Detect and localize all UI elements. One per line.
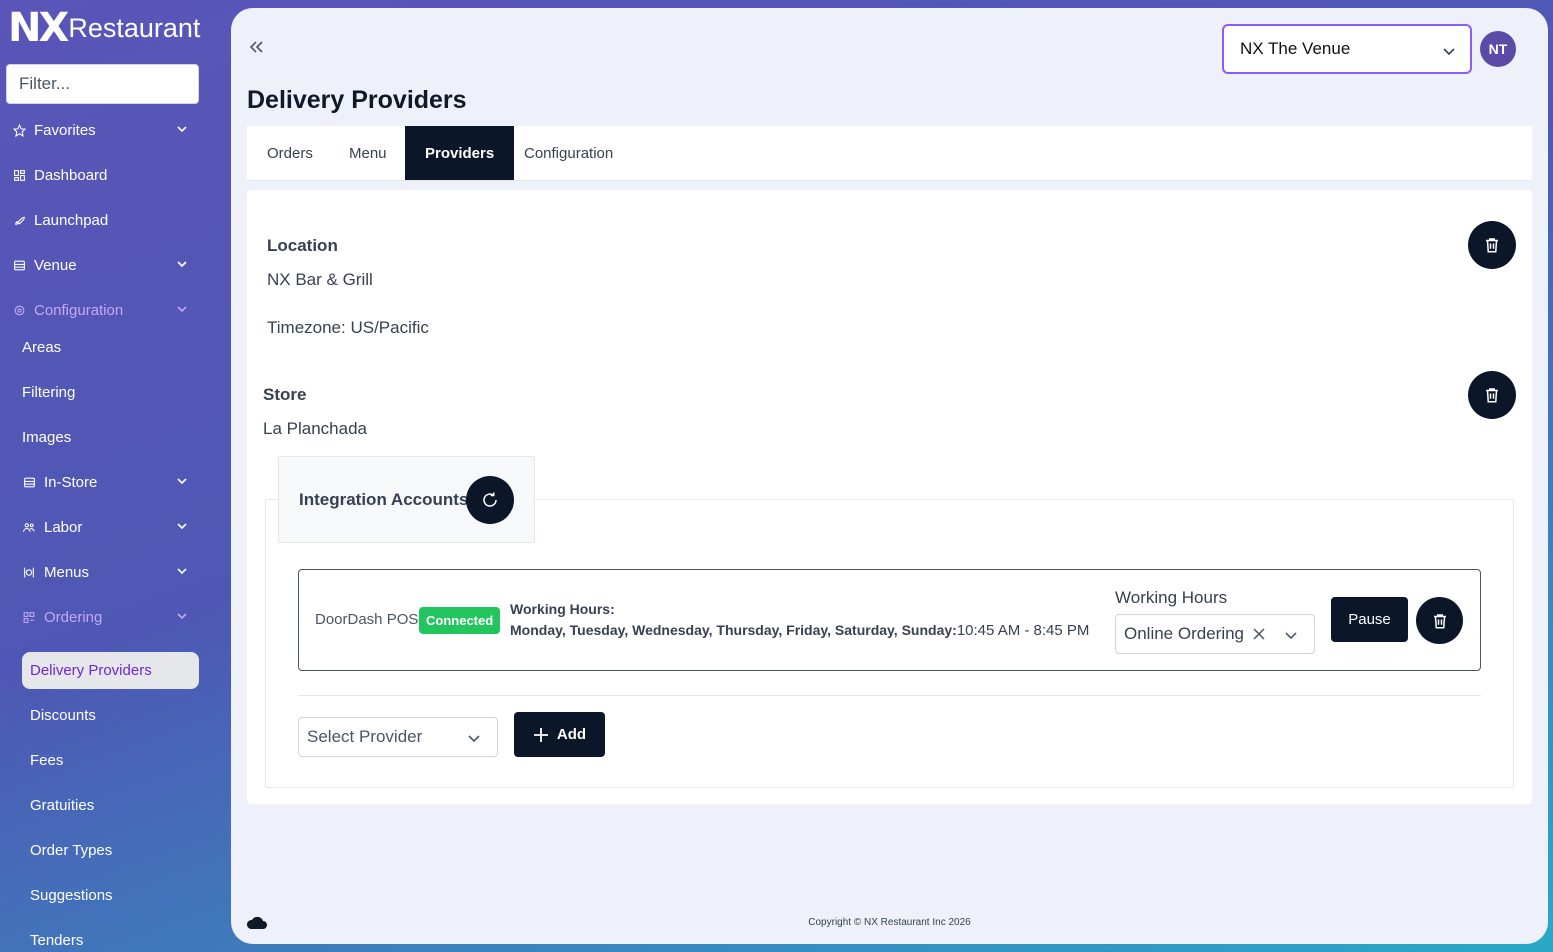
working-hours-select[interactable]: Online Ordering <box>1115 614 1315 654</box>
chevron-down-icon <box>177 306 187 313</box>
sidebar-item-tenders[interactable]: Tenders <box>30 925 83 952</box>
chevron-down-icon <box>177 126 187 133</box>
sidebar-item-images[interactable]: Images <box>22 422 71 452</box>
sidebar-item-label: Ordering <box>44 608 103 626</box>
working-hours-label: Working Hours <box>1115 588 1228 607</box>
plus-icon <box>533 727 548 742</box>
sidebar-item-launchpad[interactable]: Launchpad <box>12 205 200 235</box>
rocket-icon <box>12 213 26 227</box>
location-timezone: Timezone: US/Pacific <box>267 318 429 337</box>
provider-row: DoorDash POS Connected Working Hours: Mo… <box>298 569 1481 671</box>
sidebar-item-dashboard[interactable]: Dashboard <box>12 160 200 190</box>
delete-location-button[interactable] <box>1468 221 1516 269</box>
sidebar-item-label: In-Store <box>44 473 98 491</box>
sidebar-item-in-store[interactable]: In-Store <box>22 467 200 497</box>
sidebar-item-areas[interactable]: Areas <box>22 332 61 362</box>
chevron-down-icon <box>177 261 187 268</box>
dashboard-icon <box>12 168 26 182</box>
tab-providers[interactable]: Providers <box>405 126 515 180</box>
working-hours-schedule: Monday, Tuesday, Wednesday, Thursday, Fr… <box>510 622 1089 639</box>
provider-name: DoorDash POS <box>315 611 419 628</box>
sidebar-item-labor[interactable]: Labor <box>22 512 200 542</box>
sidebar-item-menus[interactable]: Menus <box>22 557 200 587</box>
database-icon <box>22 475 36 489</box>
tab-menu[interactable]: Menu <box>329 126 407 180</box>
refresh-icon <box>483 492 497 507</box>
venue-select-value: NX The Venue <box>1240 39 1351 58</box>
working-hours-title: Working Hours: <box>510 601 615 617</box>
star-icon <box>12 123 26 137</box>
app-logo[interactable]: NX Restaurant <box>8 8 200 48</box>
sidebar-item-order-types[interactable]: Order Types <box>30 835 112 865</box>
chevron-down-icon <box>177 568 187 575</box>
tab-orders[interactable]: Orders <box>247 126 333 180</box>
select-provider-placeholder: Select Provider <box>307 727 423 746</box>
location-name: NX Bar & Grill <box>267 270 373 289</box>
sidebar-item-label: Launchpad <box>34 211 109 229</box>
database-icon <box>12 258 26 272</box>
sidebar-item-label: Favorites <box>34 121 96 139</box>
status-badge: Connected <box>419 607 501 634</box>
sidebar-item-favorites[interactable]: Favorites <box>12 115 200 145</box>
copyright-text: Copyright © NX Restaurant Inc 2026 <box>808 917 971 928</box>
chevron-down-icon <box>1285 632 1297 640</box>
logo-mark: NX <box>8 5 69 51</box>
users-icon <box>22 520 36 534</box>
sidebar-item-label: Menus <box>44 563 90 581</box>
tab-configuration[interactable]: Configuration <box>504 126 633 180</box>
sidebar-item-label: Labor <box>44 518 83 536</box>
venue-select[interactable]: NX The Venue <box>1222 24 1472 74</box>
chevron-down-icon <box>177 613 187 620</box>
add-provider-button[interactable]: Add <box>514 712 605 757</box>
providers-content: Location NX Bar & Grill Timezone: US/Pac… <box>247 190 1532 804</box>
integration-accounts-header: Integration Accounts <box>278 456 535 543</box>
clear-icon[interactable] <box>1252 627 1266 641</box>
chevron-down-icon <box>1443 48 1455 56</box>
sidebar-item-gratuities[interactable]: Gratuities <box>30 790 94 820</box>
trash-icon <box>1486 238 1498 253</box>
working-days: Monday, Tuesday, Wednesday, Thursday, Fr… <box>510 622 957 638</box>
trash-icon <box>1433 613 1446 628</box>
delete-provider-button[interactable] <box>1416 597 1463 644</box>
sidebar-item-suggestions[interactable]: Suggestions <box>30 880 113 910</box>
store-label: Store <box>263 385 307 404</box>
select-provider-dropdown[interactable]: Select Provider <box>298 717 498 757</box>
sidebar-item-fees[interactable]: Fees <box>30 745 63 775</box>
sidebar: NX Restaurant Favorites Dashboard Launch… <box>0 0 231 952</box>
chevron-down-icon <box>177 478 187 485</box>
page-title: Delivery Providers <box>247 86 467 114</box>
working-hours-select-value: Online Ordering <box>1124 624 1245 643</box>
sidebar-item-delivery-providers[interactable]: Delivery Providers <box>22 652 199 689</box>
sidebar-item-label: Configuration <box>34 301 124 319</box>
sidebar-item-discounts[interactable]: Discounts <box>30 700 96 730</box>
sidebar-item-filtering[interactable]: Filtering <box>22 377 75 407</box>
ordering-icon <box>22 610 36 624</box>
add-button-label: Add <box>556 726 587 743</box>
location-label: Location <box>267 236 338 255</box>
sidebar-item-venue[interactable]: Venue <box>12 250 200 280</box>
utensils-icon <box>22 565 36 579</box>
sidebar-item-label: Dashboard <box>34 166 108 184</box>
chevron-down-icon <box>468 735 480 743</box>
working-time: 10:45 AM - 8:45 PM <box>956 622 1090 639</box>
tab-bar: Orders Menu Providers Configuration <box>247 126 1532 181</box>
main-panel: NX The Venue NT Delivery Providers Order… <box>231 8 1548 944</box>
chevron-down-icon <box>177 523 187 530</box>
sidebar-item-ordering[interactable]: Ordering <box>22 602 200 632</box>
gear-icon <box>12 303 26 317</box>
integration-accounts-title: Integration Accounts <box>299 490 469 509</box>
refresh-integrations-button[interactable] <box>466 476 514 524</box>
logo-text: Restaurant <box>68 13 201 43</box>
pause-button[interactable]: Pause <box>1331 597 1408 642</box>
user-avatar[interactable]: NT <box>1480 31 1516 67</box>
delete-store-button[interactable] <box>1468 371 1516 419</box>
divider <box>298 695 1481 696</box>
sidebar-item-label: Venue <box>34 256 77 274</box>
store-name: La Planchada <box>263 419 367 438</box>
sidebar-filter-input[interactable] <box>6 64 199 104</box>
collapse-sidebar-icon[interactable] <box>247 38 265 56</box>
trash-icon <box>1486 388 1498 403</box>
sidebar-item-configuration[interactable]: Configuration <box>12 295 200 325</box>
